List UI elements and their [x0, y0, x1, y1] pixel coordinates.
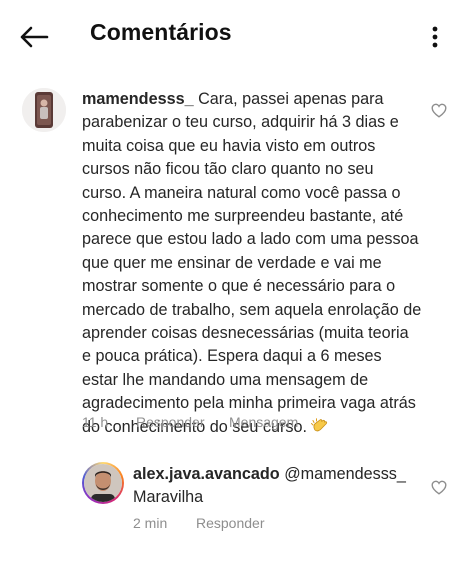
header-bar: Comentários [0, 0, 474, 72]
comment-meta: 11 h Responder Mensagem [82, 414, 298, 430]
comment-body: mamendesss_ Cara, passei apenas para par… [82, 88, 422, 442]
reply-text: Maravilha [133, 488, 204, 507]
comment-username[interactable]: mamendesss_ [82, 90, 194, 108]
more-vertical-icon [432, 26, 438, 48]
back-button[interactable] [14, 20, 54, 54]
like-reply-button[interactable] [430, 478, 448, 496]
message-link[interactable]: Mensagem [229, 414, 298, 430]
reply-link[interactable]: Responder [136, 414, 229, 430]
reply-reply-link[interactable]: Responder [196, 515, 265, 531]
comment-time: 11 h [82, 414, 109, 430]
reply-body: alex.java.avancado @mamendesss_ Maravilh… [133, 463, 423, 510]
reply-username[interactable]: alex.java.avancado [133, 465, 280, 483]
arrow-left-icon [20, 26, 49, 48]
comment-text: Cara, passei apenas para parabenizar o t… [82, 90, 422, 436]
page-title: Comentários [90, 19, 232, 45]
heart-outline-icon [431, 103, 447, 118]
avatar-image [22, 88, 66, 132]
more-options-button[interactable] [424, 22, 446, 52]
reply-avatar[interactable] [82, 462, 124, 504]
clapping-hands-icon [311, 417, 331, 442]
reply-avatar-image [84, 464, 122, 502]
commenter-avatar[interactable] [22, 88, 66, 132]
like-comment-button[interactable] [430, 101, 448, 119]
heart-outline-icon [431, 480, 447, 495]
reply-time: 2 min [133, 515, 168, 531]
reply-mention[interactable]: @mamendesss_ [284, 465, 406, 483]
reply-meta: 2 min Responder [133, 515, 265, 531]
